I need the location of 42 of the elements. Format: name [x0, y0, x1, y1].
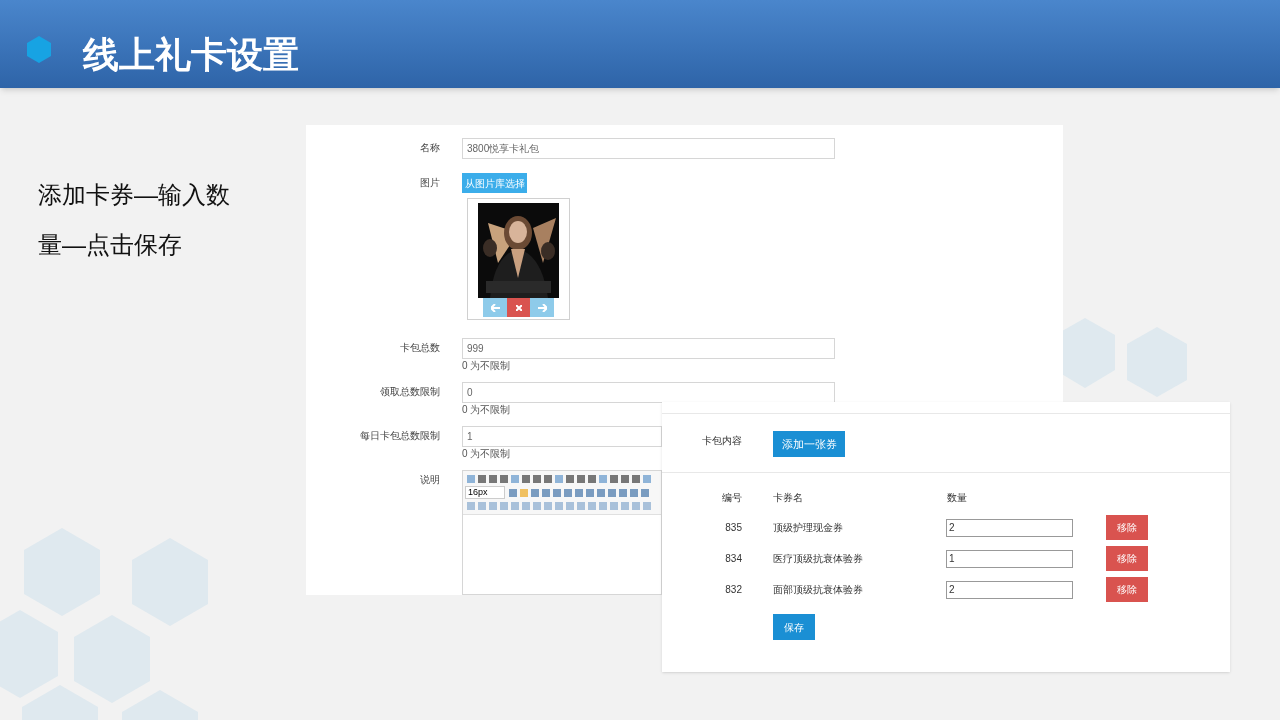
- move-left-button[interactable]: [483, 298, 507, 317]
- field-label: 卡包总数: [399, 341, 440, 355]
- save-button[interactable]: 保存: [773, 614, 815, 640]
- table-cell-text: 832: [724, 583, 742, 597]
- field-label: 每日卡包总数限制: [359, 429, 440, 443]
- field-hint: 0 为不限制: [462, 448, 512, 460]
- table-cell-text: 834: [724, 552, 742, 566]
- field-label: 领取总数限制: [379, 385, 440, 399]
- quantity-field[interactable]: 1: [946, 549, 1073, 568]
- field-label: 名称: [419, 141, 440, 155]
- input-field[interactable]: 0: [462, 382, 835, 403]
- column-header: 卡券名: [773, 490, 804, 505]
- table-cell-text: 835: [724, 521, 742, 535]
- slide-note: 添加卡券—输入数量—点击保存: [38, 180, 231, 260]
- add-coupon-button[interactable]: 添加一张券: [773, 431, 845, 457]
- column-header: 编号: [721, 490, 742, 505]
- field-hint: 0 为不限制: [462, 404, 512, 416]
- slide-title: 线上礼卡设置: [83, 33, 299, 77]
- input-field[interactable]: 999: [462, 338, 835, 359]
- quantity-field[interactable]: 2: [946, 580, 1073, 599]
- close-icon: [515, 304, 522, 311]
- input-field[interactable]: 1: [462, 426, 662, 447]
- table-cell-text: 顶级护理现金券: [773, 521, 844, 535]
- input-field[interactable]: 3800悦享卡礼包: [462, 138, 835, 159]
- hexagon-icon: [27, 36, 51, 63]
- table-cell-text: 医疗顶级抗衰体验券: [773, 552, 864, 566]
- rich-text-editor[interactable]: 16px: [462, 470, 662, 595]
- remove-button[interactable]: 移除: [1106, 577, 1148, 602]
- arrow-left-icon: [490, 303, 500, 312]
- delete-image-button[interactable]: [507, 298, 530, 317]
- remove-button[interactable]: 移除: [1106, 515, 1148, 540]
- table-cell-text: 面部顶级抗衰体验券: [773, 583, 864, 597]
- column-header: 数量: [947, 490, 967, 505]
- arrow-right-icon: [537, 303, 547, 312]
- field-label: 说明: [419, 473, 440, 487]
- move-right-button[interactable]: [530, 298, 554, 317]
- field-label: 图片: [419, 176, 440, 190]
- field-label: 卡包内容: [701, 434, 742, 448]
- font-size-select[interactable]: 16px: [465, 486, 505, 499]
- quantity-field[interactable]: 2: [946, 518, 1073, 537]
- field-hint: 0 为不限制: [462, 360, 512, 372]
- remove-button[interactable]: 移除: [1106, 546, 1148, 571]
